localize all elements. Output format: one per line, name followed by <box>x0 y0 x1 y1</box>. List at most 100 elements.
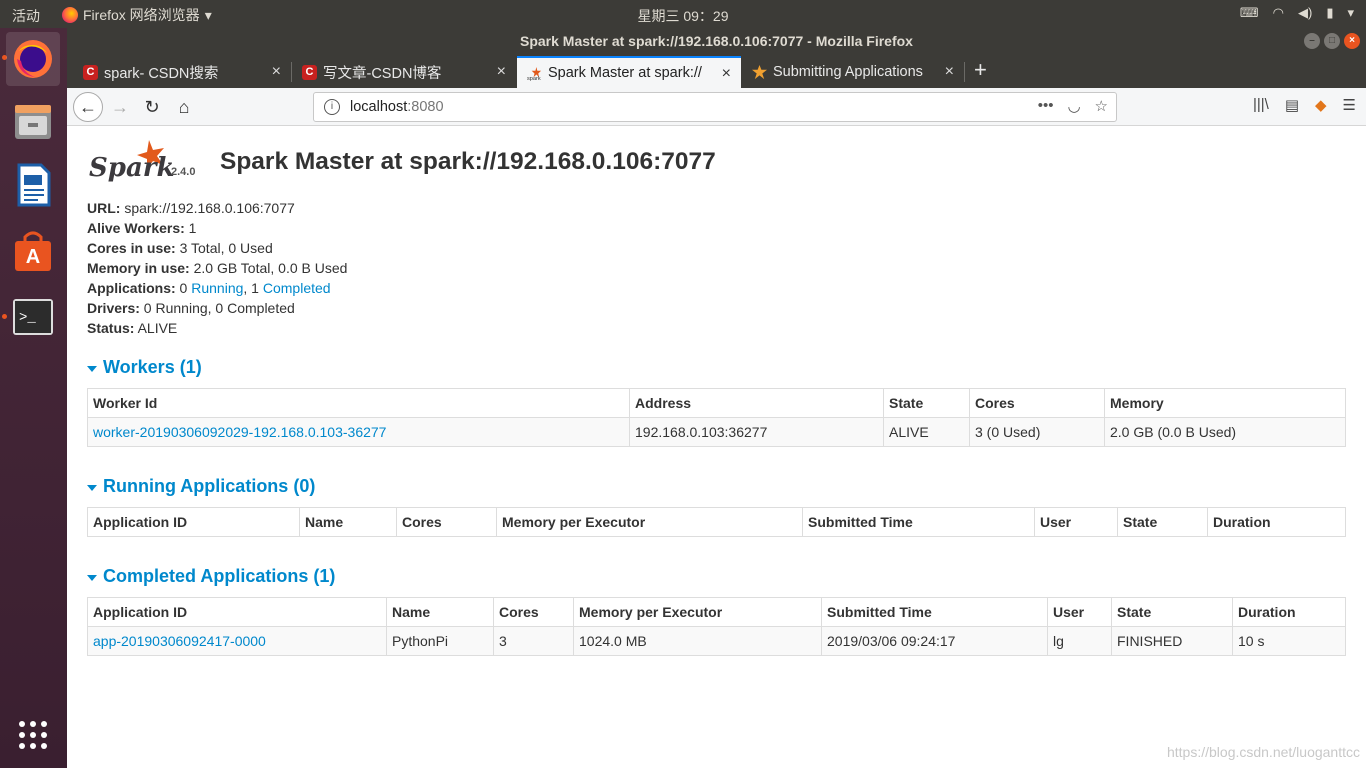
summary-drivers: Drivers: 0 Running, 0 Completed <box>87 300 295 316</box>
app-id-link[interactable]: app-20190306092417-0000 <box>93 633 266 649</box>
table-header-row: Worker Id Address State Cores Memory <box>87 388 1346 418</box>
column-header[interactable]: Name <box>299 507 397 537</box>
column-header[interactable]: Application ID <box>87 597 387 627</box>
tab-label: 写文章-CSDN博客 <box>323 65 442 82</box>
column-header[interactable]: User <box>1047 597 1112 627</box>
tab-label: Spark Master at spark:// <box>548 65 702 81</box>
window-titlebar[interactable]: Spark Master at spark://192.168.0.106:70… <box>67 28 1366 54</box>
column-header[interactable]: Cores <box>493 597 574 627</box>
launcher-terminal[interactable]: >_ <box>6 290 60 344</box>
summary-applications: Applications: 0 Running, 1 Completed <box>87 280 331 296</box>
worker-id-link[interactable]: worker-20190306092029-192.168.0.103-3627… <box>93 424 386 440</box>
show-applications-button[interactable] <box>6 708 60 762</box>
close-tab-icon[interactable]: × <box>272 63 281 81</box>
column-header[interactable]: Cores <box>396 507 497 537</box>
forward-arrow-icon[interactable]: → <box>107 94 133 120</box>
column-header[interactable]: State <box>1111 597 1233 627</box>
svg-text:>_: >_ <box>19 310 36 326</box>
column-header[interactable]: Duration <box>1207 507 1346 537</box>
table-cell: 1024.0 MB <box>573 626 822 656</box>
minimize-icon[interactable]: – <box>1304 33 1320 49</box>
tab-submitting-applications[interactable]: Submitting Applications × <box>742 56 964 88</box>
tab-spark-master[interactable]: spark Spark Master at spark:// × <box>517 56 741 88</box>
chevron-down-icon[interactable]: ▾ <box>1347 5 1354 21</box>
completed-apps-section-toggle[interactable]: Completed Applications (1) <box>87 566 335 587</box>
column-header[interactable]: Submitted Time <box>802 507 1035 537</box>
nav-toolbar: ← → ↻ ⌂ i localhost:8080 ••• ◡ ☆ |||\ ▤ … <box>67 88 1366 126</box>
summary-cores: Cores in use: 3 Total, 0 Used <box>87 240 273 256</box>
close-tab-icon[interactable]: × <box>722 65 731 83</box>
hamburger-menu-icon[interactable]: ☰ <box>1343 96 1356 114</box>
column-header[interactable]: Address <box>629 388 884 418</box>
summary-alive-workers: Alive Workers: 1 <box>87 220 197 236</box>
home-icon[interactable]: ⌂ <box>171 94 197 120</box>
table-cell: 192.168.0.103:36277 <box>629 417 884 447</box>
activities-button[interactable]: 活动 <box>12 6 40 26</box>
spark-logo[interactable]: Spark <box>87 138 177 188</box>
new-tab-icon[interactable]: + <box>974 57 987 83</box>
table-cell: 3 (0 Used) <box>969 417 1105 447</box>
table-header-row: Application ID Name Cores Memory per Exe… <box>87 507 1346 537</box>
back-arrow-icon[interactable]: ← <box>73 92 103 122</box>
column-header[interactable]: Name <box>386 597 494 627</box>
table-row: app-20190306092417-0000 PythonPi 3 1024.… <box>87 626 1346 656</box>
close-tab-icon[interactable]: × <box>945 63 954 81</box>
column-header[interactable]: State <box>1117 507 1208 537</box>
summary-status: Status: ALIVE <box>87 320 178 336</box>
more-icon[interactable]: ••• <box>1038 97 1054 115</box>
workers-heading: Workers (1) <box>103 357 202 377</box>
column-header[interactable]: User <box>1034 507 1118 537</box>
page-title: Spark Master at spark://192.168.0.106:70… <box>220 148 716 175</box>
pocket-icon[interactable]: ◡ <box>1067 97 1080 115</box>
system-tray[interactable]: ⌨ ◠ ◀) ▮ ▾ <box>1240 5 1354 21</box>
column-header[interactable]: Memory <box>1104 388 1346 418</box>
column-header[interactable]: Memory per Executor <box>496 507 803 537</box>
volume-icon[interactable]: ◀) <box>1298 5 1312 21</box>
column-header[interactable]: Duration <box>1232 597 1346 627</box>
column-header[interactable]: Worker Id <box>87 388 630 418</box>
column-header[interactable]: State <box>883 388 970 418</box>
tab-csdn-search[interactable]: C spark- CSDN搜索 × <box>73 56 291 88</box>
launcher-writer[interactable] <box>6 158 60 212</box>
table-header-row: Application ID Name Cores Memory per Exe… <box>87 597 1346 627</box>
table-cell: 3 <box>493 626 574 656</box>
column-header[interactable]: Submitted Time <box>821 597 1048 627</box>
column-header[interactable]: Application ID <box>87 507 300 537</box>
completed-apps-table: Application ID Name Cores Memory per Exe… <box>87 597 1346 656</box>
battery-icon[interactable]: ▮ <box>1326 5 1333 21</box>
running-apps-link[interactable]: Running <box>191 280 243 296</box>
info-icon[interactable]: i <box>324 99 340 115</box>
column-header[interactable]: Memory per Executor <box>573 597 822 627</box>
launcher-firefox[interactable] <box>6 32 60 86</box>
spark-star-icon <box>752 64 767 79</box>
chevron-down-icon: ▾ <box>204 6 212 23</box>
app-menu[interactable]: Firefox 网络浏览器 ▾ <box>62 5 212 25</box>
caret-down-icon <box>87 574 97 581</box>
reload-icon[interactable]: ↻ <box>139 94 165 120</box>
svg-text:A: A <box>26 246 40 268</box>
page-content: Spark 2.4.0 Spark Master at spark://192.… <box>67 126 1366 768</box>
close-icon[interactable]: × <box>1344 33 1360 49</box>
sidebar-icon[interactable]: ▤ <box>1285 96 1299 114</box>
close-tab-icon[interactable]: × <box>497 63 506 81</box>
metamask-fox-icon[interactable]: ◆ <box>1315 96 1327 114</box>
library-icon[interactable]: |||\ <box>1253 96 1269 114</box>
keyboard-icon[interactable]: ⌨ <box>1240 5 1259 21</box>
caret-down-icon <box>87 365 97 372</box>
wifi-icon[interactable]: ◠ <box>1273 5 1284 21</box>
running-apps-section-toggle[interactable]: Running Applications (0) <box>87 476 315 497</box>
tab-csdn-write[interactable]: C 写文章-CSDN博客 × <box>292 56 516 88</box>
table-cell: lg <box>1047 626 1112 656</box>
app-menu-label: Firefox 网络浏览器 <box>83 7 200 23</box>
bookmark-star-icon[interactable]: ☆ <box>1095 97 1108 115</box>
shopping-bag-icon: A <box>15 231 51 271</box>
launcher-software[interactable]: A <box>6 224 60 278</box>
window-title: Spark Master at spark://192.168.0.106:70… <box>520 33 913 49</box>
workers-section-toggle[interactable]: Workers (1) <box>87 357 202 378</box>
launcher-files[interactable] <box>6 94 60 148</box>
maximize-icon[interactable]: □ <box>1324 33 1340 49</box>
table-cell: ALIVE <box>883 417 970 447</box>
url-bar[interactable]: i localhost:8080 ••• ◡ ☆ <box>313 92 1117 122</box>
column-header[interactable]: Cores <box>969 388 1105 418</box>
completed-apps-link[interactable]: Completed <box>263 280 331 296</box>
